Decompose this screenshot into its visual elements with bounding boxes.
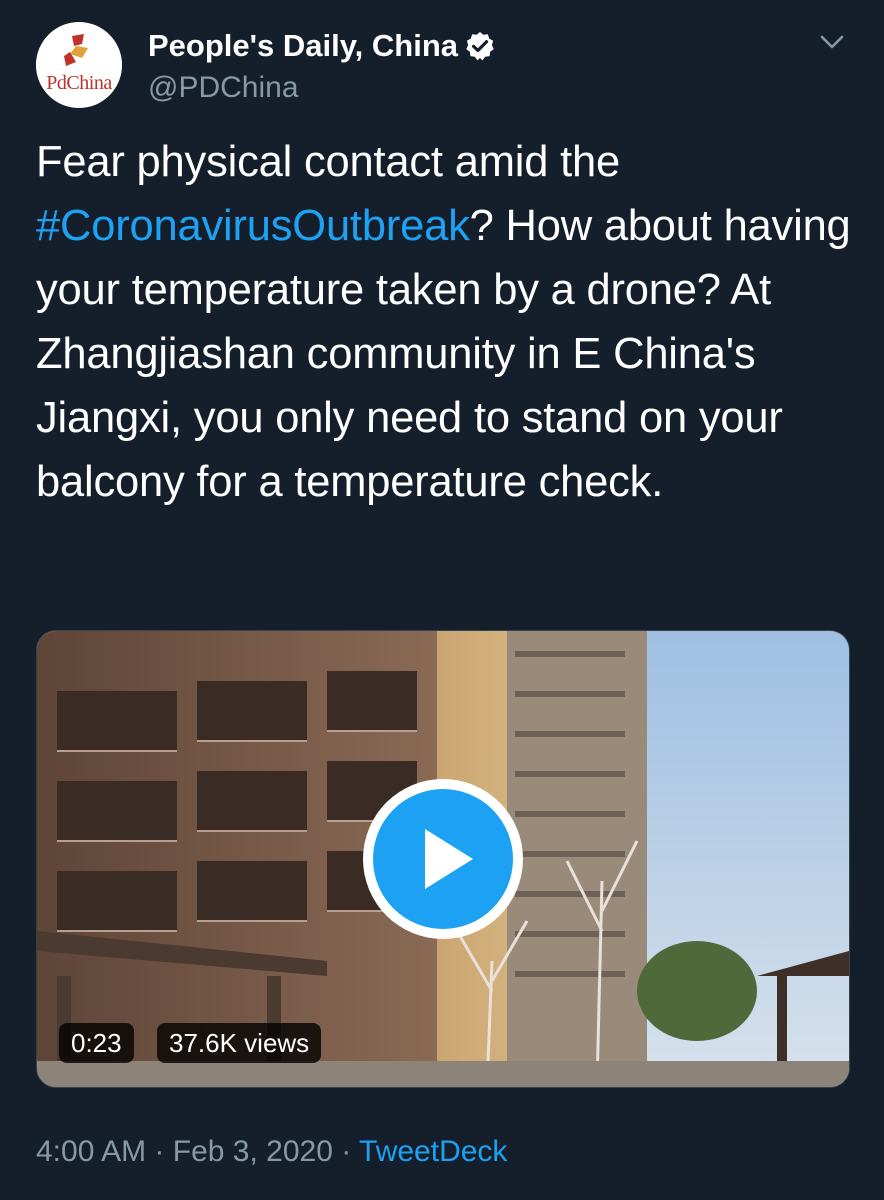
- tweet-time[interactable]: 4:00 AM: [36, 1135, 146, 1168]
- tweet-text-part: Fear physical contact amid the: [36, 138, 620, 186]
- video-duration-badge: 0:23: [59, 1023, 134, 1063]
- avatar-label: PdChina: [46, 72, 112, 94]
- chevron-down-icon[interactable]: [818, 32, 846, 52]
- tweet-card: PdChina People's Daily, China @PDChina F…: [0, 0, 884, 1200]
- video-views-badge: 37.6K views: [157, 1023, 322, 1063]
- display-name-row: People's Daily, China: [148, 26, 496, 66]
- tweet-header: PdChina People's Daily, China @PDChina: [36, 18, 864, 128]
- play-button[interactable]: [363, 779, 523, 939]
- pdchina-logo-icon: [36, 22, 122, 108]
- tweet-source-link[interactable]: TweetDeck: [359, 1135, 507, 1168]
- display-name[interactable]: People's Daily, China: [148, 26, 458, 66]
- avatar[interactable]: PdChina: [36, 22, 122, 108]
- meta-separator: ·: [341, 1135, 352, 1168]
- tweet-text: Fear physical contact amid the #Coronavi…: [36, 130, 856, 514]
- play-icon: [425, 829, 473, 889]
- hashtag-link[interactable]: #CoronavirusOutbreak: [36, 202, 470, 250]
- author-names: People's Daily, China @PDChina: [148, 26, 496, 110]
- author-handle[interactable]: @PDChina: [148, 66, 496, 110]
- verified-badge-icon: [466, 32, 494, 61]
- tweet-meta: 4:00 AM · Feb 3, 2020 · TweetDeck: [36, 1128, 507, 1176]
- meta-separator: ·: [154, 1135, 165, 1168]
- video-media[interactable]: 0:23 37.6K views: [36, 630, 850, 1088]
- tweet-date[interactable]: Feb 3, 2020: [173, 1135, 333, 1168]
